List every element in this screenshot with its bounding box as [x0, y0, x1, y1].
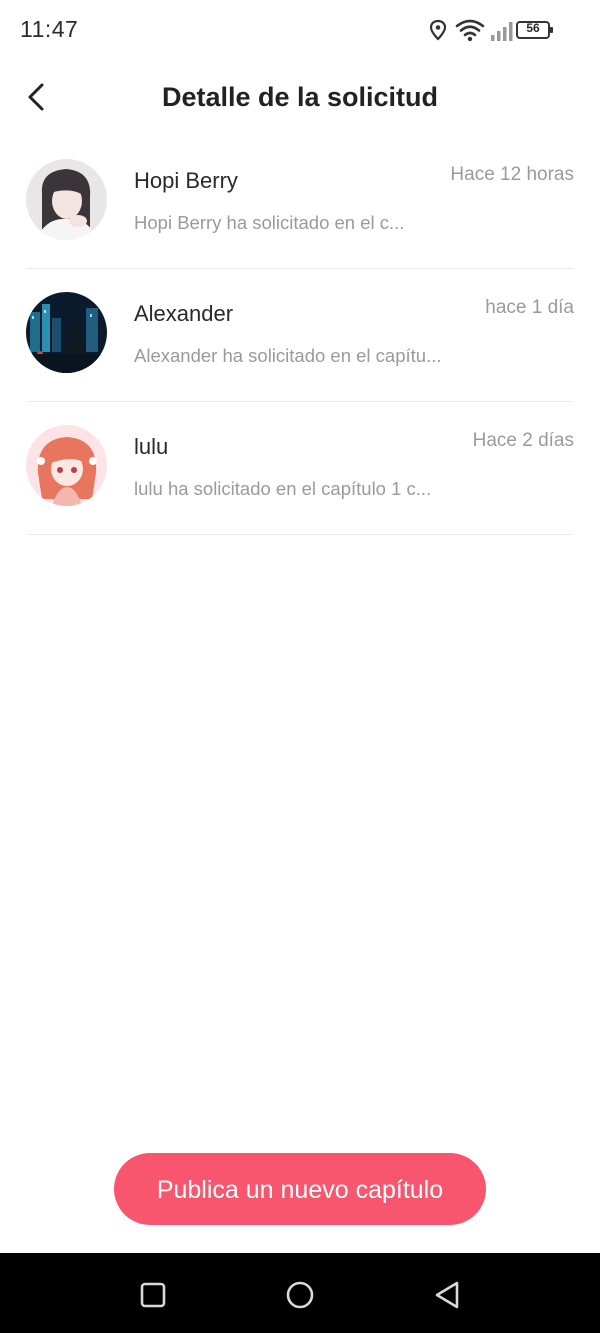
- recents-square-icon: [140, 1282, 166, 1308]
- system-nav-bar: [0, 1253, 600, 1333]
- status-bar: 11:47 56: [0, 0, 600, 60]
- recents-button[interactable]: [133, 1275, 173, 1315]
- back-nav-button[interactable]: [428, 1275, 468, 1315]
- home-button[interactable]: [280, 1275, 320, 1315]
- back-triangle-icon: [435, 1281, 459, 1309]
- request-item-alexander[interactable]: Alexander hace 1 día Alexander ha solici…: [26, 269, 574, 402]
- header: Detalle de la solicitud: [0, 60, 600, 136]
- request-time: hace 1 día: [485, 297, 574, 318]
- wifi-icon: [455, 19, 485, 42]
- request-time: Hace 12 horas: [450, 164, 574, 185]
- request-item-lulu[interactable]: lulu Hace 2 días lulu ha solicitado en e…: [26, 402, 574, 535]
- publish-new-chapter-button[interactable]: Publica un nuevo capítulo: [114, 1153, 486, 1225]
- request-snippet: lulu ha solicitado en el capítulo 1 c...: [134, 478, 432, 499]
- location-icon: [429, 19, 447, 41]
- status-time: 11:47: [20, 16, 79, 42]
- request-item-hopi-berry[interactable]: Hopi Berry Hace 12 horas Hopi Berry ha s…: [26, 136, 574, 269]
- request-list: Hopi Berry Hace 12 horas Hopi Berry ha s…: [26, 136, 574, 535]
- avatar[interactable]: [26, 159, 107, 240]
- page-title: Detalle de la solicitud: [161, 82, 439, 112]
- avatar[interactable]: [26, 425, 107, 506]
- requester-name: Alexander: [134, 301, 234, 326]
- request-snippet: Hopi Berry ha solicitado en el c...: [134, 212, 405, 233]
- requester-name: Hopi Berry: [134, 168, 238, 193]
- requester-name: lulu: [134, 434, 169, 459]
- battery-level: 56: [526, 21, 540, 35]
- avatar[interactable]: [26, 292, 107, 373]
- request-time: Hace 2 días: [472, 430, 574, 451]
- signal-icon: [491, 22, 513, 41]
- home-circle-icon: [286, 1281, 314, 1309]
- request-snippet: Alexander ha solicitado en el capítu...: [134, 345, 442, 366]
